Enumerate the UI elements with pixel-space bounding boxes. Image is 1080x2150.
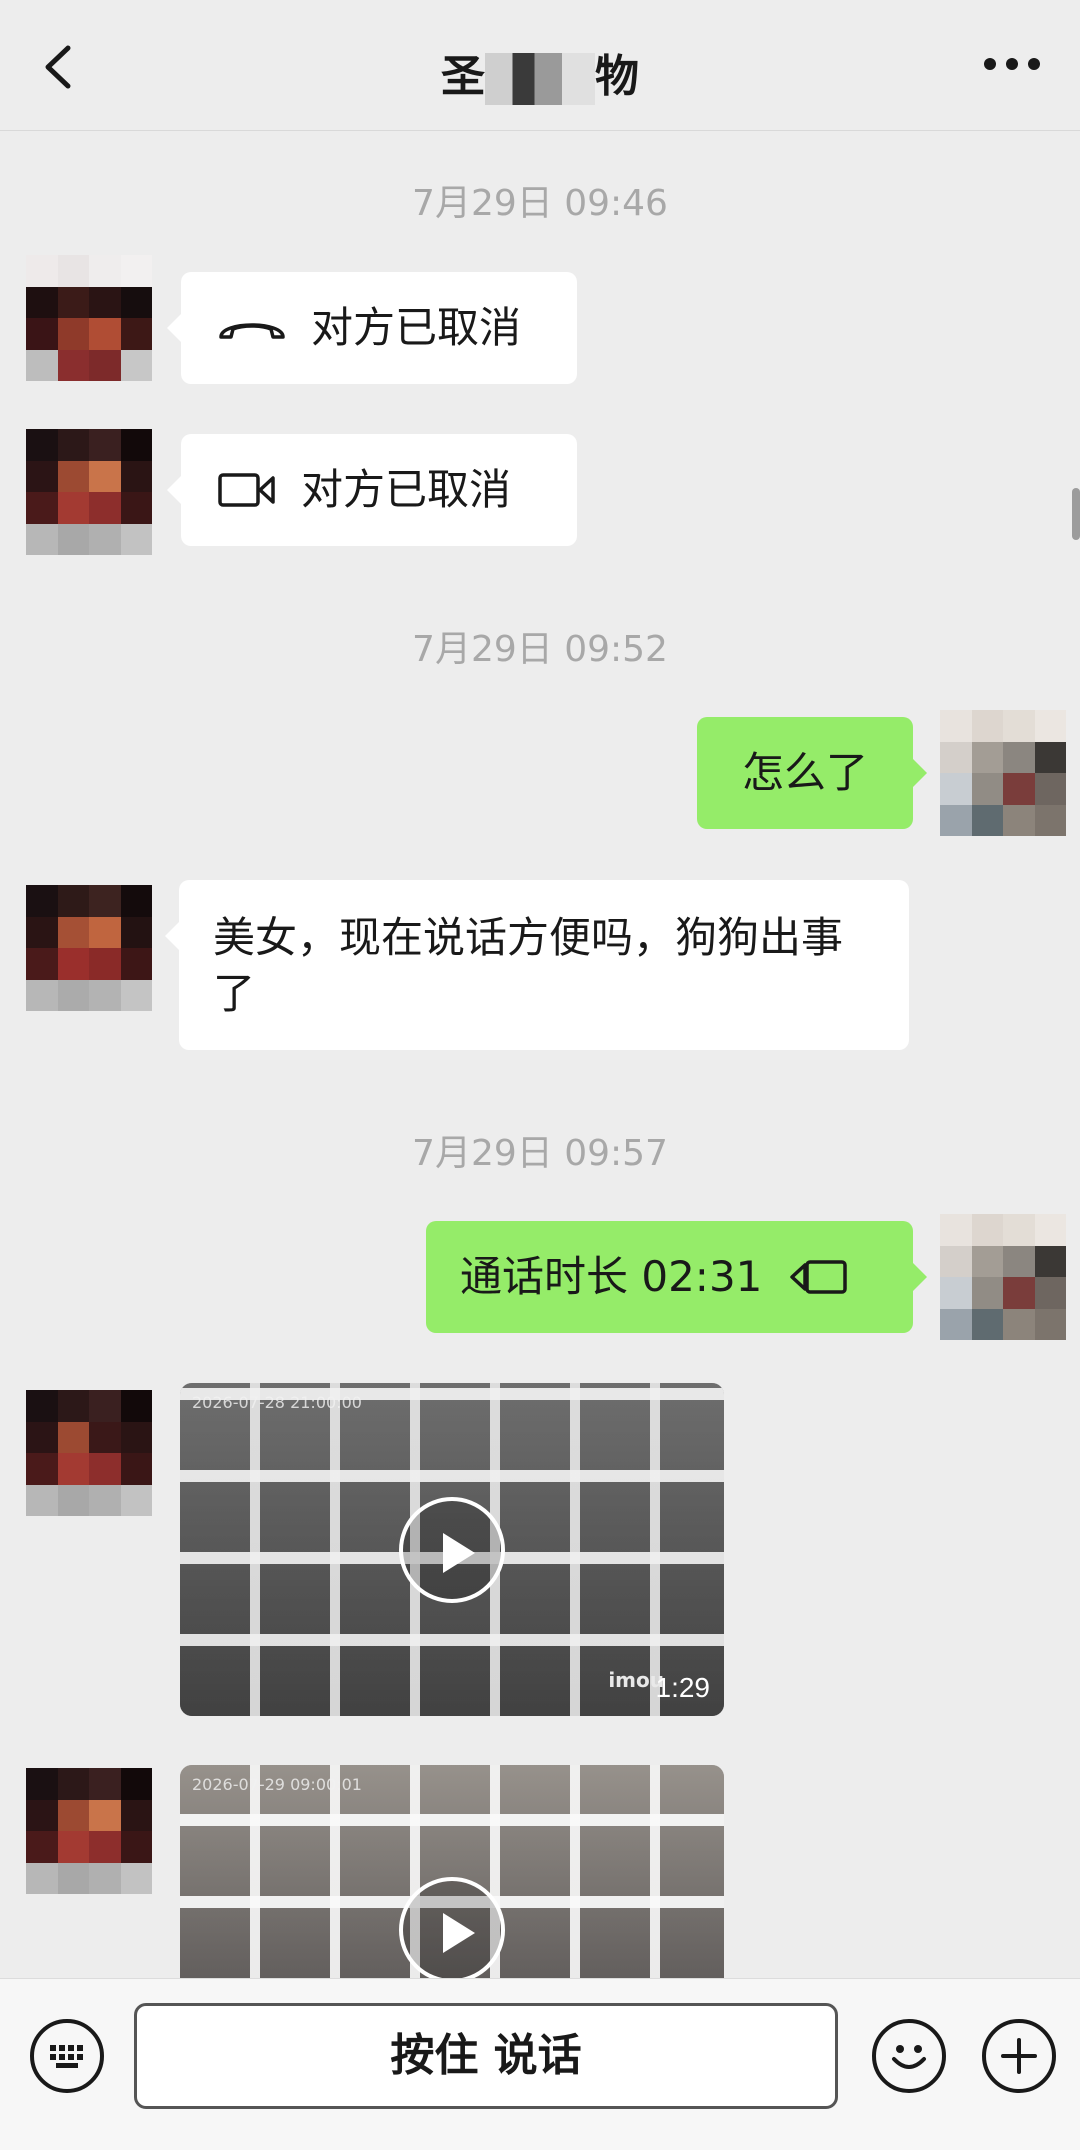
call-record-bubble[interactable]: 通话时长 02:31: [426, 1221, 927, 1333]
video-message[interactable]: 2026-07-29 09:00:01: [180, 1765, 724, 1978]
call-status-label: 对方已取消: [311, 303, 522, 352]
message-text: 美女，现在说话方便吗，狗狗出事了: [213, 913, 844, 1018]
timestamp-divider: 7月29日 09:57: [412, 1133, 668, 1174]
video-camera-icon: [790, 1260, 848, 1294]
chat-header: 圣物: [0, 0, 1080, 131]
video-overlay-timestamp: 2026-07-28 21:00:00: [192, 1393, 362, 1412]
plus-icon[interactable]: [982, 2019, 1056, 2093]
keyboard-icon[interactable]: [30, 2019, 104, 2093]
call-duration-label: 通话时长 02:31: [460, 1252, 763, 1301]
video-duration: 1:29: [655, 1672, 711, 1703]
received-message-bubble[interactable]: 美女，现在说话方便吗，狗狗出事了: [165, 880, 909, 1050]
play-icon[interactable]: [399, 1877, 505, 1978]
contact-avatar[interactable]: [26, 255, 152, 381]
phone-icon: [219, 323, 285, 339]
contact-avatar[interactable]: [26, 885, 152, 1011]
play-icon[interactable]: [399, 1496, 505, 1603]
message-text: 怎么了: [741, 748, 868, 797]
contact-avatar[interactable]: [26, 1768, 152, 1894]
input-toolbar: 按住 说话: [0, 1978, 1080, 2150]
emoji-icon[interactable]: [872, 2019, 946, 2093]
chat-title: 圣物: [0, 40, 1080, 105]
sent-message-bubble[interactable]: 怎么了: [697, 717, 927, 829]
title-prefix: 圣: [441, 51, 485, 102]
my-avatar[interactable]: [940, 1214, 1066, 1340]
contact-avatar[interactable]: [26, 1390, 152, 1516]
contact-avatar[interactable]: [26, 429, 152, 555]
video-overlay-timestamp: 2026-07-29 09:00:01: [192, 1775, 362, 1794]
more-options-icon[interactable]: [984, 58, 1040, 74]
timestamp-divider: 7月29日 09:46: [412, 183, 668, 224]
title-redaction: [485, 53, 595, 105]
call-status-label: 对方已取消: [301, 465, 512, 514]
call-record-bubble[interactable]: 对方已取消: [167, 434, 577, 546]
video-camera-icon: [218, 473, 275, 507]
my-avatar[interactable]: [940, 710, 1066, 836]
hold-to-talk-button[interactable]: 按住 说话: [134, 2003, 838, 2109]
call-record-bubble[interactable]: 对方已取消: [167, 272, 577, 384]
timestamp-divider: 7月29日 09:52: [412, 629, 668, 670]
title-suffix: 物: [595, 51, 639, 102]
scrollbar[interactable]: [1072, 488, 1080, 540]
video-message[interactable]: 2026-07-28 21:00:00 imou 1:29: [180, 1383, 724, 1716]
